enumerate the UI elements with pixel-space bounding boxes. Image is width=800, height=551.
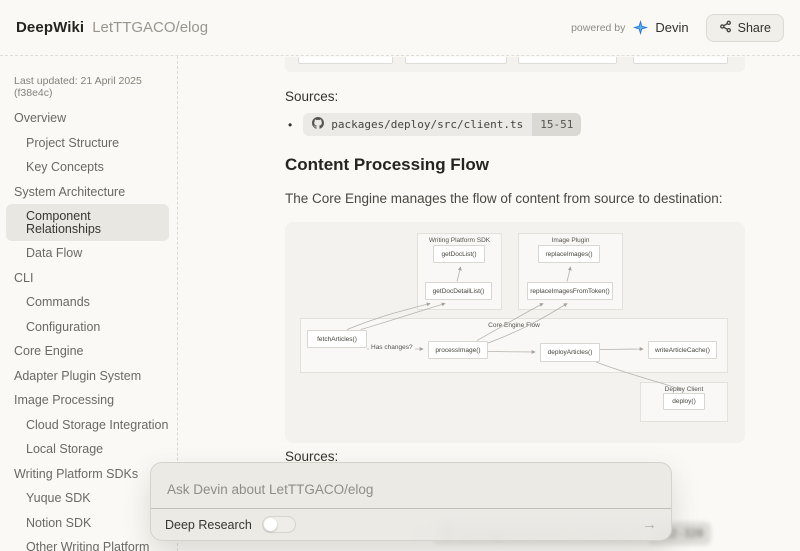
sidebar-item-cli[interactable]: CLI xyxy=(0,266,177,291)
node-replace-images-from-token[interactable]: replaceImagesFromToken() xyxy=(527,282,613,300)
share-label: Share xyxy=(738,21,771,35)
node-deploy[interactable]: deploy() xyxy=(663,393,705,410)
node-fetch-articles[interactable]: fetchArticles() xyxy=(307,330,367,348)
source-row: • packages/deploy/src/client.ts 15-51 xyxy=(288,113,581,136)
deep-research-label: Deep Research xyxy=(165,518,252,532)
page-title: Content Processing Flow xyxy=(285,155,489,175)
devin-logo-icon xyxy=(633,20,648,35)
devin-link[interactable]: Devin xyxy=(655,20,688,35)
ask-devin-bar: Deep Research → xyxy=(150,462,672,541)
powered-by-label: powered by xyxy=(571,22,625,34)
section-intro-text: The Core Engine manages the flow of cont… xyxy=(285,191,723,206)
node-get-doc-detail-list[interactable]: getDocDetailList() xyxy=(425,282,492,300)
breadcrumb: DeepWiki LetTTGACO/elog xyxy=(16,19,208,36)
source-file-link[interactable]: packages/deploy/src/client.ts 15-51 xyxy=(303,113,581,136)
sidebar-item-image-processing[interactable]: Image Processing xyxy=(0,388,177,413)
cutoff-node xyxy=(405,57,507,64)
repo-title[interactable]: LetTTGACO/elog xyxy=(92,19,208,36)
node-get-doc-list[interactable]: getDocList() xyxy=(433,245,485,263)
sidebar-item-configuration[interactable]: Configuration xyxy=(0,315,177,340)
ask-bar-footer: Deep Research → xyxy=(151,508,671,540)
content-processing-flow-diagram: Writing Platform SDK Image Plugin Core E… xyxy=(285,222,745,443)
previous-diagram-cutoff xyxy=(285,57,745,72)
cutoff-node xyxy=(633,57,728,64)
submit-arrow-icon[interactable]: → xyxy=(642,517,657,532)
share-icon xyxy=(719,20,732,36)
github-icon xyxy=(312,117,324,132)
ask-devin-input[interactable] xyxy=(151,463,671,509)
sidebar-item-project-structure[interactable]: Project Structure xyxy=(0,131,177,156)
app-header: DeepWiki LetTTGACO/elog powered by Devin… xyxy=(0,0,800,56)
sidebar-item-local-storage[interactable]: Local Storage xyxy=(0,437,177,462)
sidebar-item-overview[interactable]: Overview xyxy=(0,106,177,131)
share-button[interactable]: Share xyxy=(706,14,784,42)
deep-research-toggle[interactable] xyxy=(262,516,296,533)
sources-heading: Sources: xyxy=(285,89,338,104)
last-updated-label: Last updated: 21 April 2025 (f38e4c) xyxy=(0,69,177,106)
source-line-range: 15-51 xyxy=(532,113,581,136)
node-write-article-cache[interactable]: writeArticleCache() xyxy=(648,341,717,359)
cutoff-node xyxy=(298,57,393,64)
sidebar-item-data-flow[interactable]: Data Flow xyxy=(0,241,177,266)
sidebar-item-system-architecture[interactable]: System Architecture xyxy=(0,180,177,205)
deepwiki-logo[interactable]: DeepWiki xyxy=(16,19,84,36)
header-actions: powered by Devin Share xyxy=(571,14,784,42)
bullet-icon: • xyxy=(288,118,292,132)
sidebar-item-component-relationships[interactable]: Component Relationships xyxy=(6,204,169,241)
node-replace-images[interactable]: replaceImages() xyxy=(538,245,600,263)
node-process-image[interactable]: processImage() xyxy=(428,341,488,359)
sidebar-item-adapter-plugin-system[interactable]: Adapter Plugin System xyxy=(0,364,177,389)
sidebar-item-core-engine[interactable]: Core Engine xyxy=(0,339,177,364)
source-file-path: packages/deploy/src/client.ts xyxy=(331,118,523,131)
cutoff-node xyxy=(518,57,617,64)
sidebar-item-cloud-storage-integration[interactable]: Cloud Storage Integration xyxy=(0,413,177,438)
edge-label-has-changes: Has changes? xyxy=(369,344,415,351)
toggle-knob xyxy=(264,518,277,531)
sidebar-item-commands[interactable]: Commands xyxy=(0,290,177,315)
node-deploy-articles[interactable]: deployArticles() xyxy=(540,343,600,362)
sidebar-item-key-concepts[interactable]: Key Concepts xyxy=(0,155,177,180)
